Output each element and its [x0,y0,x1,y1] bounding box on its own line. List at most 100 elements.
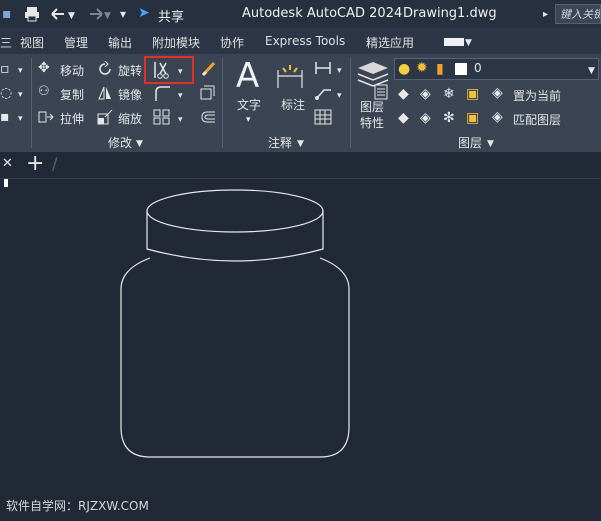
layer-dropdown-chevron-icon[interactable]: ▼ [588,64,595,78]
new-tab-plus-icon[interactable]: + [26,152,44,176]
close-tab-icon[interactable]: ✕ [2,157,13,171]
current-layer-name: 0 [474,61,482,75]
dimension-button[interactable]: 标注 [281,96,305,113]
text-dropdown-icon[interactable]: ▾ [246,113,251,127]
file-name: Drawing1.dwg [403,6,497,21]
document-tab-bar: ✕ + / [0,152,601,179]
unlock-icon[interactable]: ▮ [436,62,444,76]
annotation-group-label[interactable]: 注释 [268,134,292,151]
stretch-icon[interactable] [38,109,54,125]
annotation-group-dropdown-icon[interactable]: ▼ [297,137,304,151]
text-button[interactable]: 文字 [237,96,261,113]
tab-featured-apps[interactable]: 精选应用 [366,34,414,51]
draw-hatch-icon[interactable]: ▪ [0,110,10,124]
divider [350,58,351,148]
tab-addins[interactable]: 附加模块 [152,34,200,51]
undo-dropdown-icon[interactable]: ▼ [68,9,75,23]
draw-rect-dropdown-icon[interactable]: ▾ [18,64,23,78]
set-current-icon[interactable]: ◈ [492,86,503,100]
tab-output[interactable]: 输出 [108,34,132,51]
search-input[interactable]: 键入关键 [555,4,601,24]
match-layer-button[interactable]: 匹配图层 [513,111,561,128]
tab-partial[interactable]: 三 [0,34,12,51]
trim-dropdown-icon[interactable]: ▾ [178,65,183,79]
move-icon[interactable]: ✥ [38,61,50,75]
draw-hatch-dropdown-icon[interactable]: ▾ [18,112,23,126]
scale-button[interactable]: 缩放 [118,110,142,127]
tab-express-tools[interactable]: Express Tools [265,34,345,48]
modify-group-label[interactable]: 修改 [108,134,132,151]
sun-icon[interactable]: ✹ [416,61,428,75]
mirror-icon[interactable] [97,85,113,101]
scale-icon[interactable] [97,109,113,125]
draw-ellipse-icon[interactable]: ◌ [0,86,12,100]
divider [222,58,223,148]
layer-color-swatch[interactable] [455,63,467,75]
layers-group-dropdown-icon[interactable]: ▼ [487,137,494,151]
set-current-button[interactable]: 置为当前 [513,87,561,104]
array-dropdown-icon[interactable]: ▾ [178,113,183,127]
layer-off-icon[interactable]: ◆ [398,87,409,101]
title-bar: ▪ ▼ ▼ ▾ ➤ 共享 Autodesk AutoCAD 2024 Drawi… [0,0,601,28]
layer-isolate-icon[interactable]: ◈ [420,87,431,101]
undo-icon[interactable] [48,7,70,21]
layers-group-label[interactable]: 图层 [458,134,482,151]
tab-collaborate[interactable]: 协作 [220,34,244,51]
trim-icon[interactable] [151,60,173,80]
share-icon[interactable]: ➤ [138,6,150,20]
workspace-dropdown-icon[interactable]: ▼ [465,36,472,50]
linear-dim-icon[interactable] [314,60,332,76]
stretch-button[interactable]: 拉伸 [60,110,84,127]
layer-unisolate-icon[interactable]: ◈ [420,111,431,125]
layer-properties-label-2[interactable]: 特性 [360,114,384,131]
erase-icon[interactable] [200,60,218,78]
jar-lid-top-ellipse [146,189,324,233]
dimension-icon[interactable] [275,62,305,92]
layer-on-icon[interactable]: ◆ [398,111,409,125]
table-icon[interactable] [314,109,332,125]
lightbulb-icon[interactable]: ● [398,62,410,76]
jar-lid-band [146,211,324,262]
draw-ellipse-dropdown-icon[interactable]: ▾ [18,88,23,102]
leader-icon[interactable] [314,85,332,101]
divider [31,58,32,148]
qat-customize-icon[interactable]: ▾ [120,7,126,21]
match-layer-icon[interactable]: ◈ [492,110,503,124]
mirror-button[interactable]: 镜像 [118,86,142,103]
ribbon-panel: ▫ ▾ ◌ ▾ ▪ ▾ ✥ 移动 旋转 ▾ ⚇ 复制 镜像 ▾ 拉伸 缩放 ▾ [0,54,601,152]
rotate-button[interactable]: 旋转 [118,62,142,79]
array-icon[interactable] [153,109,171,125]
watermark-text: 软件自学网：RJZXW.COM [6,499,149,513]
copy-button[interactable]: 复制 [60,86,84,103]
workspace-icon[interactable] [444,38,464,46]
share-button[interactable]: 共享 [158,6,184,25]
fillet-icon[interactable] [153,84,171,102]
drawing-canvas[interactable] [0,179,601,521]
copy-icon[interactable]: ⚇ [38,85,50,99]
move-button[interactable]: 移动 [60,62,84,79]
draw-rect-icon[interactable]: ▫ [0,62,10,76]
layer-freeze-icon[interactable]: ❄ [443,87,455,101]
offset-icon[interactable] [199,109,217,125]
print-icon[interactable] [24,6,40,22]
app-icon[interactable]: ▪ [2,7,12,21]
tab-manage[interactable]: 管理 [64,34,88,51]
text-large-icon[interactable]: A [236,58,259,94]
modify-group-dropdown-icon[interactable]: ▼ [136,137,143,151]
app-title: Autodesk AutoCAD 2024 [242,6,403,21]
chevron-right-icon[interactable]: ▸ [543,8,548,22]
linear-dim-dropdown-icon[interactable]: ▾ [337,64,342,78]
layer-properties-label[interactable]: 图层 [360,98,384,115]
redo-dropdown-icon[interactable]: ▼ [104,9,111,23]
explode-icon[interactable] [199,84,217,102]
layer-lock-icon[interactable]: ▣ [466,87,479,101]
layer-unlock-icon[interactable]: ▣ [466,111,479,125]
layer-thaw-icon[interactable]: ✻ [443,111,455,125]
fillet-dropdown-icon[interactable]: ▾ [178,89,183,103]
redo-icon[interactable] [84,7,106,21]
viewport-corner-marker [4,179,8,187]
jar-body-outline [120,257,350,458]
rotate-icon[interactable] [97,61,113,77]
tab-view[interactable]: 视图 [20,34,44,51]
leader-dropdown-icon[interactable]: ▾ [337,89,342,103]
